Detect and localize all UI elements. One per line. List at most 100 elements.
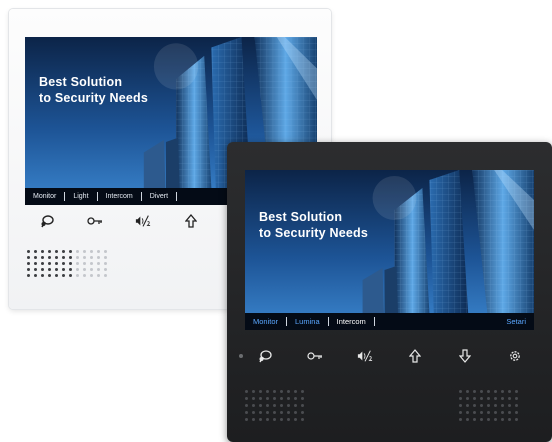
speaker-hole [508, 418, 511, 421]
menu-item-intercom[interactable]: Intercom [98, 192, 142, 201]
speaker-hole [245, 411, 248, 414]
speaker-hole [90, 250, 93, 253]
speaker-hole [494, 404, 497, 407]
speaker-hole [473, 397, 476, 400]
speaker-hole [459, 411, 462, 414]
speaker-hole [259, 404, 262, 407]
speaker-hole [280, 390, 283, 393]
speaker-hole [473, 390, 476, 393]
speaker-hole [27, 268, 30, 271]
speaker-hole [266, 418, 269, 421]
speaker-hole [273, 404, 276, 407]
talk-button[interactable] [257, 348, 273, 364]
speaker-hole [62, 250, 65, 253]
speaker-hole [280, 418, 283, 421]
speaker-hole [494, 418, 497, 421]
speaker-hole [69, 274, 72, 277]
speaker-hole [27, 274, 30, 277]
speaker-hole [501, 390, 504, 393]
speaker-hole [76, 250, 79, 253]
speaker-hole [466, 418, 469, 421]
speaker-hole [501, 418, 504, 421]
city-skyline-image [245, 170, 534, 330]
unlock-button[interactable] [87, 213, 103, 229]
speaker-hole [41, 250, 44, 253]
menu-item-divert[interactable]: Divert [142, 192, 178, 201]
talk-button[interactable] [39, 213, 55, 229]
speaker-hole [459, 404, 462, 407]
speaker-hole [27, 256, 30, 259]
menu-item-lumina[interactable]: Lumina [287, 317, 329, 326]
settings-icon [510, 351, 520, 361]
speaker-hole [48, 262, 51, 265]
speaker-hole [252, 404, 255, 407]
speaker-hole [266, 411, 269, 414]
speaker-hole [55, 256, 58, 259]
speaker-hole [480, 411, 483, 414]
speaker-hole [515, 390, 518, 393]
unlock-button[interactable] [307, 348, 323, 364]
speaker-hole [294, 418, 297, 421]
volume-icon [135, 215, 151, 227]
speaker-hole [494, 411, 497, 414]
speaker-hole [301, 418, 304, 421]
speaker-hole [252, 390, 255, 393]
speaker-hole [473, 411, 476, 414]
speaker-hole [294, 411, 297, 414]
up-button[interactable] [183, 213, 199, 229]
volume-button[interactable] [135, 213, 151, 229]
speaker-hole [34, 262, 37, 265]
speaker-hole [97, 250, 100, 253]
speaker-hole [301, 390, 304, 393]
speaker-hole [508, 404, 511, 407]
black-speaker-grille-left [245, 390, 304, 421]
speaker-hole [508, 411, 511, 414]
speaker-hole [487, 411, 490, 414]
speaker-hole [104, 268, 107, 271]
up-arrow-icon [185, 214, 197, 228]
settings-button[interactable] [507, 348, 523, 364]
speaker-hole [97, 256, 100, 259]
speaker-hole [466, 397, 469, 400]
speaker-hole [508, 390, 511, 393]
speaker-hole [34, 256, 37, 259]
speaker-hole [294, 404, 297, 407]
speaker-hole [55, 262, 58, 265]
speaker-hole [97, 262, 100, 265]
speaker-hole [83, 256, 86, 259]
speaker-hole [69, 250, 72, 253]
speaker-hole [62, 262, 65, 265]
speaker-hole [90, 262, 93, 265]
menu-item-monitor[interactable]: Monitor [25, 192, 66, 201]
speaker-hole [76, 274, 79, 277]
menu-item-setari[interactable]: Setari [498, 317, 534, 326]
speaker-hole [62, 274, 65, 277]
menu-item-light[interactable]: Light [65, 192, 98, 201]
down-button[interactable] [457, 348, 473, 364]
speaker-hole [508, 397, 511, 400]
speaker-hole [466, 404, 469, 407]
speaker-hole [287, 397, 290, 400]
black-panel-screen: Best Solution to Security Needs Monitor … [245, 170, 534, 330]
volume-button[interactable] [357, 348, 373, 364]
speaker-hole [273, 397, 276, 400]
menu-item-intercom[interactable]: Intercom [329, 317, 375, 326]
speaker-hole [34, 274, 37, 277]
speaker-hole [487, 418, 490, 421]
speaker-hole [76, 268, 79, 271]
speaker-hole [83, 262, 86, 265]
speaker-hole [480, 390, 483, 393]
speaker-hole [459, 397, 462, 400]
menu-item-monitor[interactable]: Monitor [245, 317, 288, 326]
down-arrow-icon [459, 349, 471, 363]
speaker-hole [480, 404, 483, 407]
speaker-hole [280, 411, 283, 414]
up-button[interactable] [407, 348, 423, 364]
speaker-hole [266, 404, 269, 407]
speaker-hole [48, 274, 51, 277]
speaker-hole [501, 411, 504, 414]
black-speaker-grille-right [459, 390, 518, 421]
black-panel-menu-bar: Monitor Lumina Intercom Setari [245, 313, 534, 330]
speaker-hole [480, 418, 483, 421]
speaker-hole [90, 256, 93, 259]
